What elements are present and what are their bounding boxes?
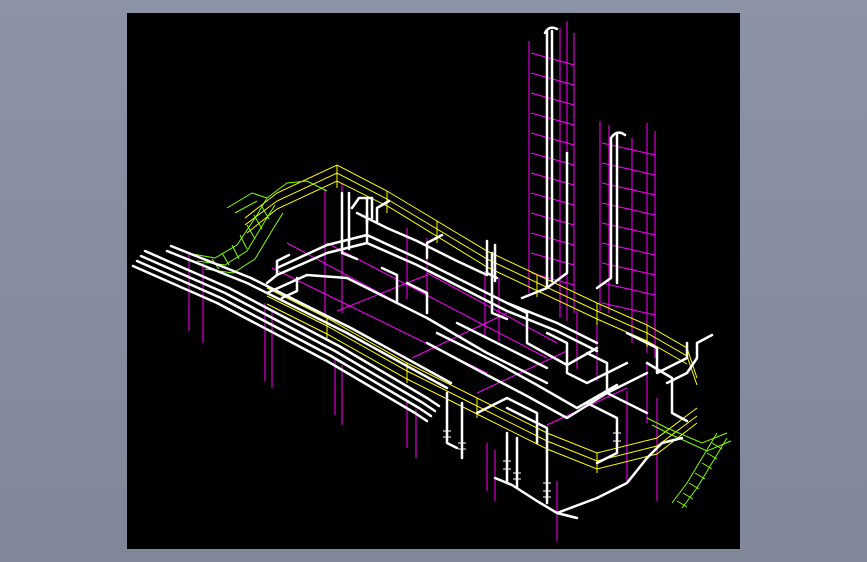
access-stair-right xyxy=(646,417,732,509)
pipe-fittings xyxy=(443,430,621,498)
process-piping xyxy=(131,26,714,520)
access-stair-left xyxy=(186,180,328,274)
cad-viewport[interactable] xyxy=(127,13,740,549)
isometric-piping-drawing xyxy=(131,21,732,541)
cad-app-window xyxy=(0,0,867,562)
handrail xyxy=(244,164,698,473)
